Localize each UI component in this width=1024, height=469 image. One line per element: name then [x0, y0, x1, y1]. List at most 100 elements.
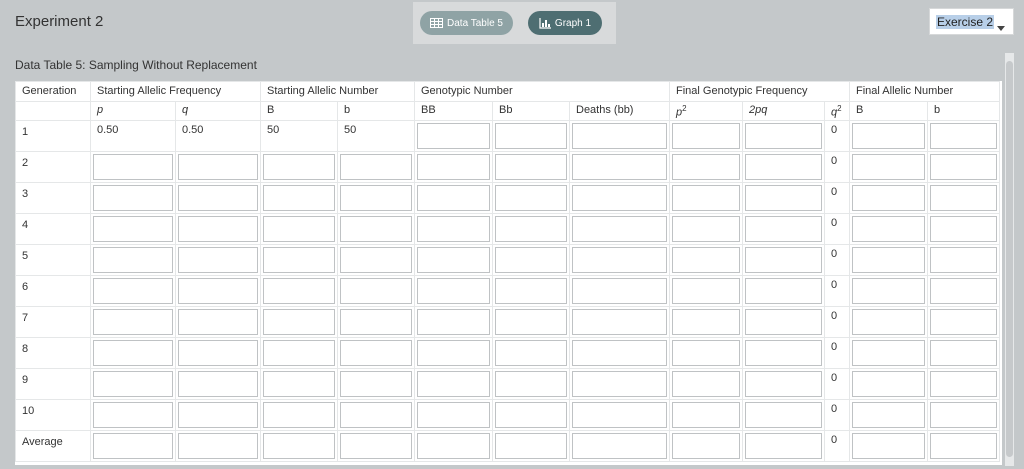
input-deaths[interactable]	[572, 247, 667, 273]
input-q[interactable]	[178, 278, 258, 304]
input-deaths[interactable]	[572, 371, 667, 397]
input-final_b[interactable]	[930, 216, 997, 242]
input-two_pq[interactable]	[745, 185, 822, 211]
input-final_B[interactable]	[852, 185, 925, 211]
input-final_b[interactable]	[930, 247, 997, 273]
input-BB[interactable]	[417, 433, 490, 459]
input-b[interactable]	[340, 278, 412, 304]
tab-data-table-5[interactable]: Data Table 5	[420, 11, 513, 35]
input-two_pq[interactable]	[745, 123, 822, 149]
input-b[interactable]	[340, 154, 412, 180]
input-b[interactable]	[340, 185, 412, 211]
input-Bb[interactable]	[495, 402, 567, 428]
input-final_B[interactable]	[852, 247, 925, 273]
input-BB[interactable]	[417, 278, 490, 304]
input-deaths[interactable]	[572, 278, 667, 304]
input-BB[interactable]	[417, 154, 490, 180]
input-Bb[interactable]	[495, 433, 567, 459]
input-q[interactable]	[178, 309, 258, 335]
input-p[interactable]	[93, 216, 173, 242]
input-deaths[interactable]	[572, 123, 667, 149]
input-two_pq[interactable]	[745, 371, 822, 397]
input-Bb[interactable]	[495, 340, 567, 366]
vertical-scrollbar[interactable]	[1005, 53, 1014, 466]
input-final_b[interactable]	[930, 185, 997, 211]
input-B[interactable]	[263, 402, 335, 428]
input-deaths[interactable]	[572, 154, 667, 180]
exercise-select[interactable]: Exercise 2	[929, 8, 1014, 35]
input-Bb[interactable]	[495, 123, 567, 149]
input-p2[interactable]	[672, 185, 740, 211]
input-two_pq[interactable]	[745, 216, 822, 242]
input-B[interactable]	[263, 278, 335, 304]
input-two_pq[interactable]	[745, 247, 822, 273]
input-p2[interactable]	[672, 123, 740, 149]
input-BB[interactable]	[417, 340, 490, 366]
input-final_B[interactable]	[852, 123, 925, 149]
input-B[interactable]	[263, 185, 335, 211]
input-q[interactable]	[178, 247, 258, 273]
input-p2[interactable]	[672, 433, 740, 459]
input-q[interactable]	[178, 216, 258, 242]
input-Bb[interactable]	[495, 216, 567, 242]
input-final_b[interactable]	[930, 340, 997, 366]
input-deaths[interactable]	[572, 216, 667, 242]
input-two_pq[interactable]	[745, 309, 822, 335]
input-p2[interactable]	[672, 309, 740, 335]
input-p[interactable]	[93, 433, 173, 459]
input-B[interactable]	[263, 309, 335, 335]
input-final_b[interactable]	[930, 309, 997, 335]
input-two_pq[interactable]	[745, 154, 822, 180]
input-B[interactable]	[263, 216, 335, 242]
input-p[interactable]	[93, 371, 173, 397]
input-q[interactable]	[178, 340, 258, 366]
input-Bb[interactable]	[495, 154, 567, 180]
tab-graph-1[interactable]: Graph 1	[528, 11, 602, 35]
input-p[interactable]	[93, 154, 173, 180]
input-final_B[interactable]	[852, 371, 925, 397]
input-p2[interactable]	[672, 216, 740, 242]
input-b[interactable]	[340, 247, 412, 273]
input-final_B[interactable]	[852, 216, 925, 242]
input-p[interactable]	[93, 185, 173, 211]
input-p[interactable]	[93, 340, 173, 366]
input-p2[interactable]	[672, 340, 740, 366]
input-deaths[interactable]	[572, 340, 667, 366]
input-BB[interactable]	[417, 309, 490, 335]
input-final_B[interactable]	[852, 278, 925, 304]
input-deaths[interactable]	[572, 309, 667, 335]
input-Bb[interactable]	[495, 309, 567, 335]
input-final_B[interactable]	[852, 340, 925, 366]
input-two_pq[interactable]	[745, 340, 822, 366]
input-BB[interactable]	[417, 123, 490, 149]
input-p[interactable]	[93, 402, 173, 428]
input-final_b[interactable]	[930, 433, 997, 459]
input-p2[interactable]	[672, 278, 740, 304]
input-b[interactable]	[340, 433, 412, 459]
input-two_pq[interactable]	[745, 433, 822, 459]
input-B[interactable]	[263, 340, 335, 366]
input-b[interactable]	[340, 309, 412, 335]
input-b[interactable]	[340, 340, 412, 366]
input-Bb[interactable]	[495, 185, 567, 211]
input-p2[interactable]	[672, 402, 740, 428]
input-final_B[interactable]	[852, 402, 925, 428]
input-BB[interactable]	[417, 371, 490, 397]
input-Bb[interactable]	[495, 247, 567, 273]
input-deaths[interactable]	[572, 185, 667, 211]
input-p2[interactable]	[672, 247, 740, 273]
input-B[interactable]	[263, 371, 335, 397]
input-b[interactable]	[340, 402, 412, 428]
input-B[interactable]	[263, 154, 335, 180]
input-final_b[interactable]	[930, 371, 997, 397]
input-Bb[interactable]	[495, 371, 567, 397]
input-q[interactable]	[178, 185, 258, 211]
input-BB[interactable]	[417, 216, 490, 242]
input-BB[interactable]	[417, 402, 490, 428]
scrollbar-thumb[interactable]	[1006, 61, 1013, 457]
input-final_b[interactable]	[930, 123, 997, 149]
input-Bb[interactable]	[495, 278, 567, 304]
input-BB[interactable]	[417, 185, 490, 211]
input-final_B[interactable]	[852, 309, 925, 335]
input-B[interactable]	[263, 433, 335, 459]
